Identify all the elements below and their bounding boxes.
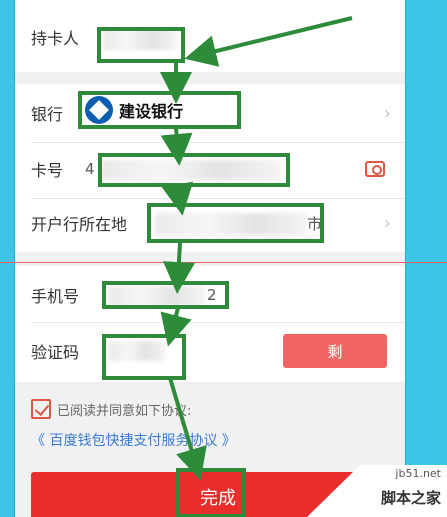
agreement-checkbox-row[interactable]: 已阅读并同意如下协议: (31, 399, 191, 419)
divider (31, 322, 405, 323)
code-label: 验证码 (31, 343, 80, 362)
resend-code-label: 剩 (327, 342, 343, 361)
watermark-site: jb51.net (395, 467, 441, 480)
cardholder-group: 持卡人 (15, 0, 405, 72)
branch-label: 开户行所在地 (31, 215, 128, 234)
divider (31, 198, 405, 199)
agreement-text: 已阅读并同意如下协议: (57, 403, 192, 419)
highlight-box-code (102, 334, 186, 380)
card-number-label: 卡号 (31, 161, 64, 180)
highlight-box-card-number (98, 153, 290, 187)
chevron-right-icon: › (383, 212, 391, 234)
highlight-box-submit (176, 468, 246, 517)
guide-line (0, 262, 447, 263)
watermark-brand: 脚本之家 (380, 489, 441, 507)
highlight-box-branch (147, 203, 324, 243)
phone-label: 手机号 (31, 287, 80, 306)
highlight-box-bank (78, 91, 241, 129)
checkbox-checked-icon[interactable] (31, 399, 51, 419)
code-row: 验证码 剩 (15, 334, 405, 368)
agreement-link[interactable]: 《 百度钱包快捷支付服务协议 》 (31, 430, 236, 450)
resend-code-button[interactable]: 剩 (283, 334, 387, 368)
divider (31, 142, 405, 143)
phone-screen: 持卡人 银行 建设银行 › 卡号 4 开户行所在地 市 › 手机号 2 验证码 … (14, 0, 406, 517)
chevron-right-icon: › (383, 102, 391, 124)
card-number-prefix: 4 (85, 160, 95, 178)
screenshot-stage: 持卡人 银行 建设银行 › 卡号 4 开户行所在地 市 › 手机号 2 验证码 … (0, 0, 447, 517)
bank-label: 银行 (31, 105, 64, 124)
cardholder-label: 持卡人 (31, 29, 80, 48)
highlight-box-phone (102, 281, 229, 309)
camera-icon[interactable] (365, 161, 385, 177)
highlight-box-cardholder (97, 27, 185, 63)
cardholder-row[interactable]: 持卡人 (15, 22, 405, 52)
